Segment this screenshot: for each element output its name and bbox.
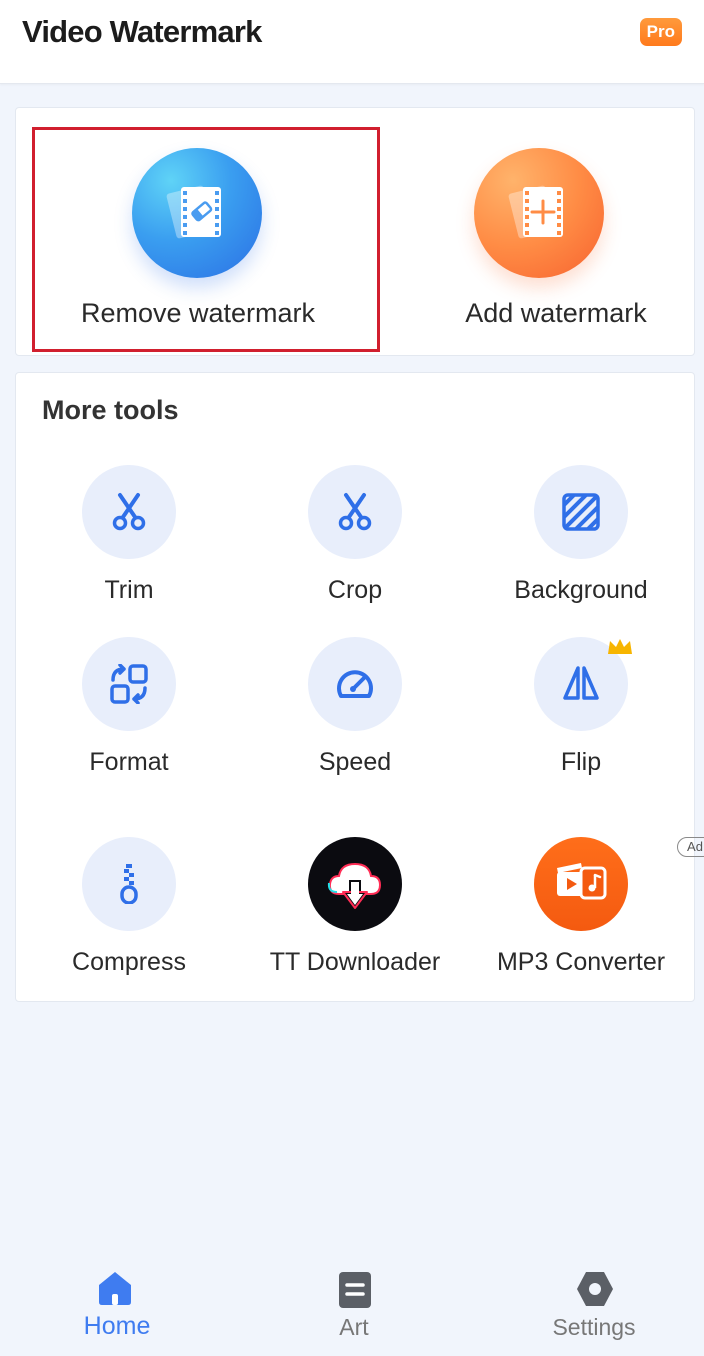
tool-label: Speed	[318, 748, 392, 776]
main-actions-card: Remove watermark Add watermark	[15, 107, 695, 356]
speedometer-icon	[308, 637, 402, 731]
remove-watermark-label: Remove watermark	[80, 298, 316, 328]
tool-tt-downloader[interactable]: TT Downloader	[242, 837, 468, 997]
pro-badge[interactable]: Pro	[639, 18, 682, 46]
nav-home[interactable]: Home	[0, 1252, 234, 1356]
gear-icon	[577, 1272, 613, 1306]
tool-label: Compress	[72, 948, 186, 976]
nav-art[interactable]: Art	[237, 1252, 471, 1356]
tool-crop[interactable]: Crop	[242, 465, 468, 625]
tool-compress[interactable]: Compress	[16, 837, 242, 997]
tool-label: Crop	[327, 576, 383, 604]
tool-label: Format	[89, 748, 169, 776]
ad-badge: Ad	[677, 837, 704, 857]
film-eraser-icon	[132, 148, 262, 278]
tool-background[interactable]: Background	[468, 465, 694, 625]
nav-label: Art	[339, 1314, 369, 1340]
tool-mp3-converter[interactable]: Ad MP3 Converter	[468, 837, 704, 997]
add-watermark-button[interactable]: Add watermark	[356, 108, 696, 357]
tool-flip[interactable]: Flip	[468, 637, 694, 797]
nav-label: Settings	[552, 1314, 636, 1340]
tool-speed[interactable]: Speed	[242, 637, 468, 797]
scissors-icon	[308, 465, 402, 559]
tool-label: Trim	[104, 576, 154, 604]
format-convert-icon	[82, 637, 176, 731]
section-title: More tools	[42, 395, 179, 425]
bottom-nav: Home Art Settings	[0, 1252, 704, 1356]
tool-label: MP3 Converter	[496, 948, 666, 976]
striped-square-icon	[534, 465, 628, 559]
tool-label: Background	[514, 576, 648, 604]
tool-trim[interactable]: Trim	[16, 465, 242, 625]
scissors-icon	[82, 465, 176, 559]
app-header: Video Watermark Pro	[0, 0, 704, 84]
nav-label: Home	[83, 1312, 151, 1340]
cloud-download-icon	[308, 837, 402, 931]
tool-label: Flip	[560, 748, 602, 776]
tool-format[interactable]: Format	[16, 637, 242, 797]
remove-watermark-button[interactable]: Remove watermark	[16, 108, 356, 357]
zipper-icon	[82, 837, 176, 931]
tool-label: TT Downloader	[269, 948, 441, 976]
crown-icon	[606, 637, 634, 662]
film-plus-icon	[474, 148, 604, 278]
more-tools-card: More tools Trim Crop Background Format S…	[15, 372, 704, 1002]
document-icon	[339, 1272, 371, 1308]
video-music-icon	[534, 837, 628, 931]
add-watermark-label: Add watermark	[465, 298, 647, 328]
nav-settings[interactable]: Settings	[477, 1252, 704, 1356]
app-title: Video Watermark	[22, 14, 262, 49]
home-icon	[99, 1272, 131, 1305]
